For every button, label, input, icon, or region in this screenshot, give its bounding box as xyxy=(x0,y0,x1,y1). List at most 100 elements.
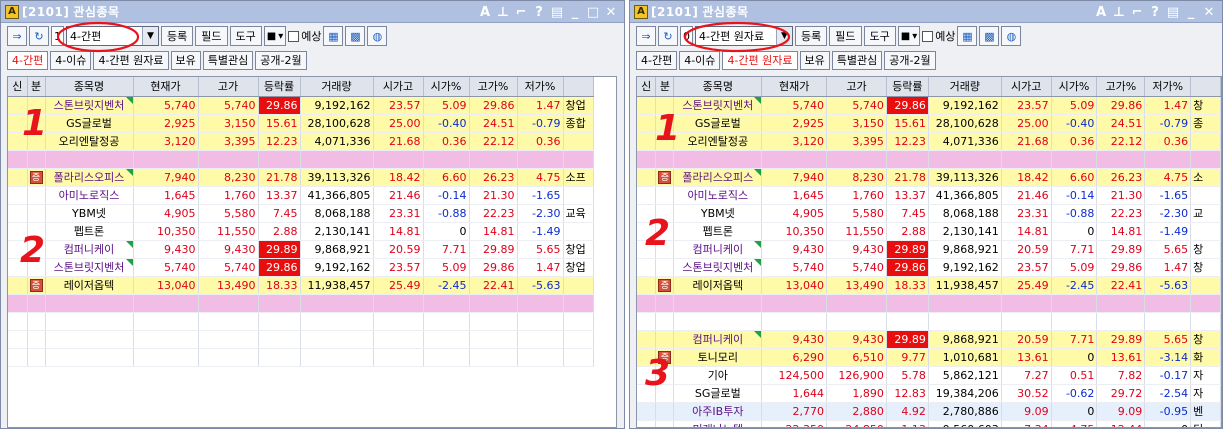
field-button[interactable]: 필드 xyxy=(195,26,228,46)
stock-name-cell[interactable]: 스톤브릿지벤처 xyxy=(45,96,134,115)
help-icon[interactable]: ? xyxy=(1146,3,1164,21)
stock-name-cell[interactable] xyxy=(45,312,134,331)
refresh-icon[interactable]: ↻ xyxy=(29,26,49,46)
stock-name-cell[interactable]: 아미노로직스 xyxy=(673,186,763,205)
stock-name-cell[interactable] xyxy=(45,294,134,313)
column-header[interactable]: 종목명 xyxy=(673,77,763,97)
register-button[interactable]: 등록 xyxy=(795,26,828,46)
stock-name-cell[interactable]: 컴퍼니케이 xyxy=(673,330,763,349)
column-header[interactable]: 신 xyxy=(8,77,28,97)
stock-name-cell[interactable]: YBM넷 xyxy=(673,204,763,223)
title-bar[interactable]: A [2101] 관심종목 A ⊥ ⌐ ? ▤ _ □ ✕ xyxy=(1,1,624,23)
tab-holdings[interactable]: 보유 xyxy=(170,50,201,70)
chevron-down-icon[interactable]: ▼ xyxy=(142,27,158,45)
group-number[interactable]: 0 xyxy=(680,26,693,46)
group-select[interactable]: 4-간편 ▼ xyxy=(66,26,159,46)
table-row-empty[interactable] xyxy=(8,294,594,313)
stock-name-cell[interactable]: 아미노로직스 xyxy=(45,186,134,205)
table-row-empty[interactable] xyxy=(8,150,594,169)
table-row[interactable]: 아미노로직스 1,645 1,760 13.37 41,366,805 21.46 -0.1… xyxy=(8,186,594,205)
column-header[interactable]: 등락률 xyxy=(258,77,301,97)
group-select[interactable]: 4-간편 원자료 ▼ xyxy=(695,26,793,46)
minimize-icon[interactable]: _ xyxy=(1182,3,1200,21)
tab-public-feb[interactable]: 공개-2월 xyxy=(884,50,936,70)
table-row[interactable]: 오리엔탈정공 3,120 3,395 12.23 4,071,336 21.68 0.36 2… xyxy=(8,132,594,151)
tab-special-interest[interactable]: 특별관심 xyxy=(831,50,883,70)
stock-name-cell[interactable] xyxy=(673,150,763,169)
close-icon[interactable]: ✕ xyxy=(1200,3,1218,21)
table-row[interactable]: 증 레이저옵텍 13,040 13,490 18.33 11,938,457 25.49 -2… xyxy=(8,276,594,295)
column-header[interactable]: 고가 xyxy=(198,77,259,97)
stock-name-cell[interactable]: 폴라리스오피스 xyxy=(45,168,134,187)
column-header[interactable]: 현재가 xyxy=(133,77,199,97)
tab-4-simple[interactable]: 4-간편 xyxy=(7,50,49,70)
table-row[interactable]: 증 토니모리 6,290 6,510 9.77 1,010,681 13.61 0 13.61-… xyxy=(637,348,1221,367)
column-header[interactable] xyxy=(1190,77,1221,97)
table-row-empty[interactable] xyxy=(637,294,1221,313)
table-row[interactable]: 컴퍼니케이 9,430 9,430 29.89 9,868,921 20.59 7.71 29… xyxy=(637,330,1221,349)
tool-button[interactable]: 도구 xyxy=(863,26,896,46)
register-button[interactable]: 등록 xyxy=(161,26,194,46)
table-row[interactable]: YBM넷 4,905 5,580 7.45 8,068,188 23.31 -0.88 22.… xyxy=(637,204,1221,223)
grid-icon[interactable]: ▩ xyxy=(345,26,366,46)
table-row[interactable]: 오리엔탈정공 3,120 3,395 12.23 4,071,336 21.68 0.36 2… xyxy=(637,132,1221,151)
stock-name-cell[interactable] xyxy=(673,312,763,331)
stock-name-cell[interactable] xyxy=(45,348,134,367)
column-header[interactable]: 고가 xyxy=(826,77,887,97)
grid-icon[interactable]: ▩ xyxy=(979,26,1000,46)
forecast-checkbox[interactable]: 예상 xyxy=(288,28,321,44)
table-row[interactable]: 증 레이저옵텍 13,040 13,490 18.33 11,938,457 25.49 -2… xyxy=(637,276,1221,295)
tab-4-simple[interactable]: 4-간편 xyxy=(636,50,678,70)
column-header[interactable]: 고가% xyxy=(469,77,518,97)
stock-name-cell[interactable]: 컴퍼니케이 xyxy=(45,240,134,259)
chart-icon[interactable]: ▦ xyxy=(957,26,978,46)
table-row[interactable]: 스톤브릿지벤처 5,740 5,740 29.86 9,192,162 23.57 5.09… xyxy=(637,258,1221,277)
pin-icon[interactable]: ⊥ xyxy=(494,3,512,21)
group-number[interactable]: 1 xyxy=(51,26,64,46)
stock-name-cell[interactable]: GS글로벌 xyxy=(673,114,763,133)
column-header[interactable]: 신 xyxy=(637,77,657,97)
table-row[interactable]: 증 폴라리스오피스 7,940 8,230 21.78 39,113,326 18.42 6.… xyxy=(637,168,1221,187)
stock-name-cell[interactable] xyxy=(673,294,763,313)
column-header[interactable]: 시가% xyxy=(423,77,470,97)
tab-4-simple-raw[interactable]: 4-간편 원자료 xyxy=(93,50,169,70)
stock-name-cell[interactable]: SG글로벌 xyxy=(673,384,763,403)
view-select[interactable]: ■ ▾ xyxy=(897,26,921,46)
stock-name-cell[interactable]: 미래나노텍 xyxy=(673,420,763,427)
stock-name-cell[interactable]: 스톤브릿지벤처 xyxy=(673,96,763,115)
table-row[interactable]: 컴퍼니케이 9,430 9,430 29.89 9,868,921 20.59 7.71 29… xyxy=(8,240,594,259)
open-list-icon[interactable]: ⇒ xyxy=(636,26,656,46)
stock-name-cell[interactable]: 토니모리 xyxy=(673,348,763,367)
column-header[interactable]: 분 xyxy=(655,77,675,97)
tab-holdings[interactable]: 보유 xyxy=(799,50,830,70)
tab-4-issue[interactable]: 4-이슈 xyxy=(50,50,92,70)
globe-icon[interactable]: ◍ xyxy=(1001,26,1022,46)
table-row[interactable]: 펩트론 10,350 11,550 2.88 2,130,141 14.81 0 14.81-… xyxy=(8,222,594,241)
table-row[interactable]: 기아 124,500 126,900 5.78 5,862,121 7.27 0.51 7.8… xyxy=(637,366,1221,385)
tool-button[interactable]: 도구 xyxy=(229,26,262,46)
table-row[interactable]: 증 폴라리스오피스 7,940 8,230 21.78 39,113,326 18.42 6.… xyxy=(8,168,594,187)
font-icon[interactable]: A xyxy=(1092,3,1110,21)
tab-special-interest[interactable]: 특별관심 xyxy=(202,50,254,70)
stock-name-cell[interactable] xyxy=(45,330,134,349)
table-row-empty[interactable] xyxy=(8,348,594,367)
table-row[interactable]: 스톤브릿지벤처 5,740 5,740 29.86 9,192,162 23.57 5.09… xyxy=(8,258,594,277)
view-select[interactable]: ■ ▾ xyxy=(263,26,287,46)
stock-name-cell[interactable]: 오리엔탈정공 xyxy=(45,132,134,151)
column-header[interactable]: 종목명 xyxy=(45,77,134,97)
table-row[interactable]: 아주IB투자 2,770 2,880 4.92 2,780,886 9.09 0 9.09 -0… xyxy=(637,402,1221,421)
table-row[interactable]: 아미노로직스 1,645 1,760 13.37 41,366,805 21.46 -0.1… xyxy=(637,186,1221,205)
column-header[interactable]: 시가% xyxy=(1051,77,1098,97)
link-icon[interactable]: ⌐ xyxy=(512,3,530,21)
open-list-icon[interactable]: ⇒ xyxy=(7,26,27,46)
stock-name-cell[interactable]: 레이저옵텍 xyxy=(45,276,134,295)
tab-public-feb[interactable]: 공개-2월 xyxy=(255,50,307,70)
table-row[interactable]: GS글로벌 2,925 3,150 15.61 28,100,628 25.00 -0.40… xyxy=(637,114,1221,133)
stock-name-cell[interactable]: GS글로벌 xyxy=(45,114,134,133)
column-header[interactable]: 등락률 xyxy=(886,77,929,97)
link-icon[interactable]: ⌐ xyxy=(1128,3,1146,21)
table-row-empty[interactable] xyxy=(637,312,1221,331)
table-row[interactable]: 스톤브릿지벤처 5,740 5,740 29.86 9,192,162 23.57 5.09… xyxy=(637,96,1221,115)
column-header[interactable]: 분 xyxy=(27,77,46,97)
column-header[interactable]: 저가% xyxy=(1144,77,1192,97)
